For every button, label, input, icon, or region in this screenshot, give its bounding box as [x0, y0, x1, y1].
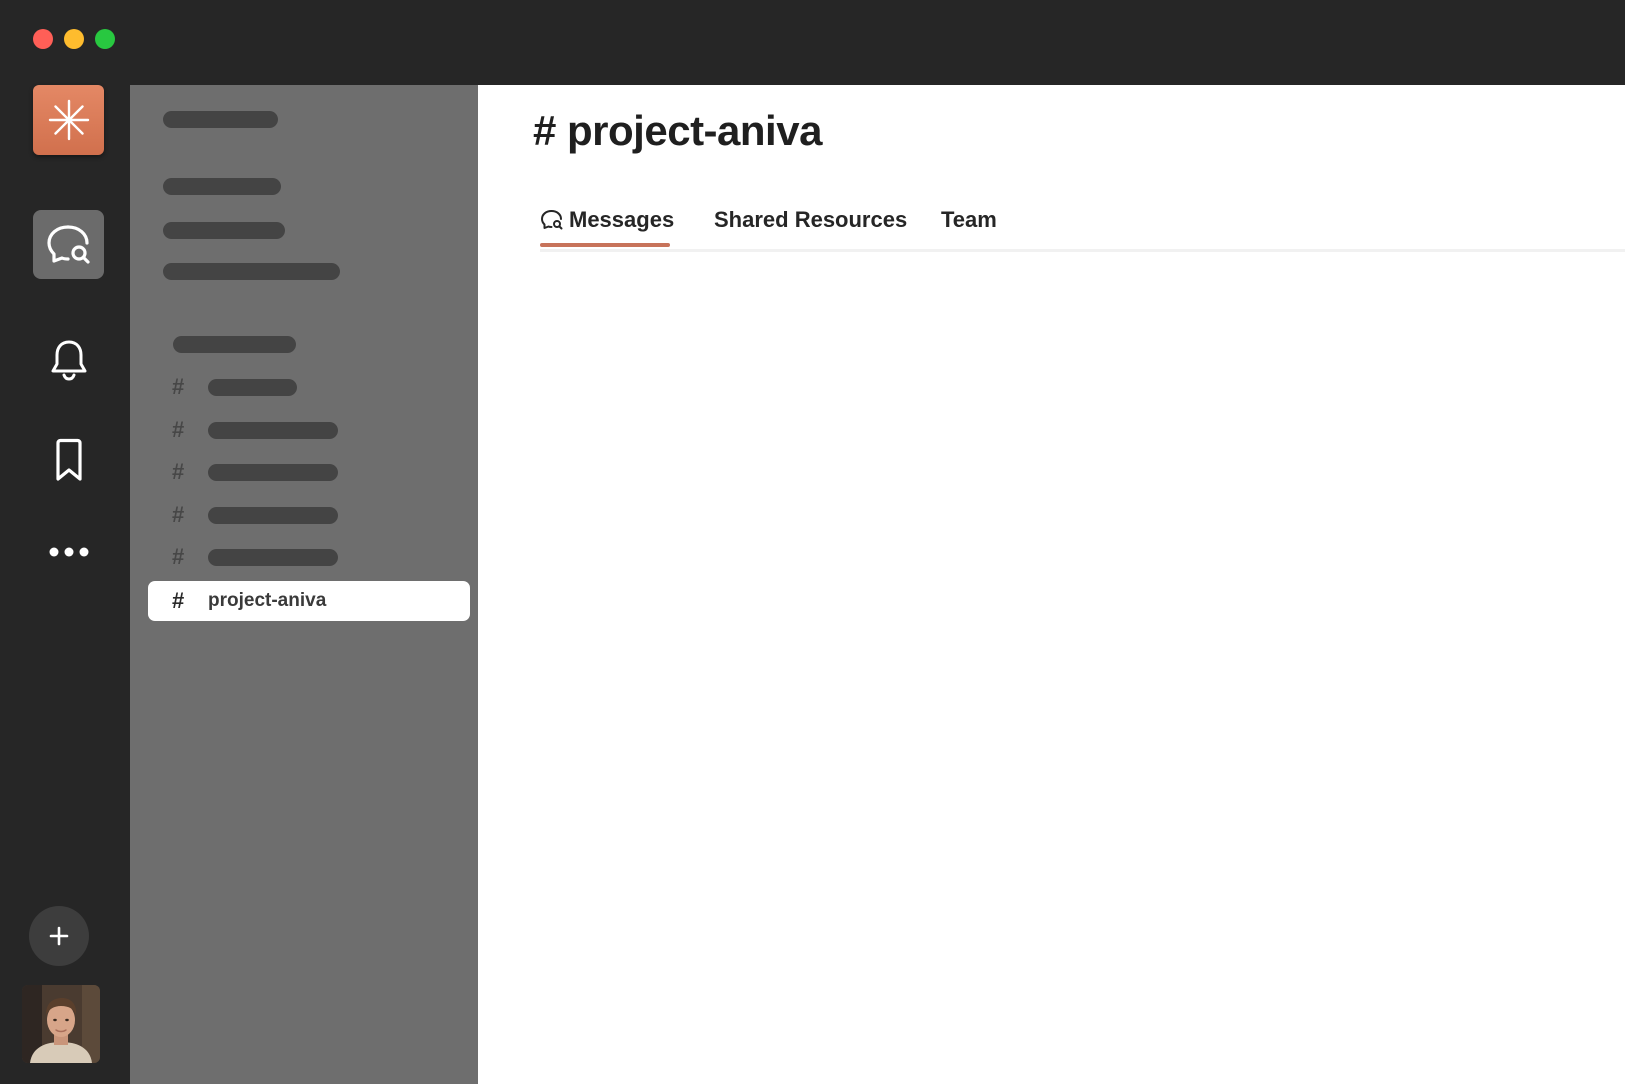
channel-item-project-aniva[interactable]: # project-aniva [148, 581, 470, 621]
channel-name-placeholder [208, 548, 338, 566]
minimize-window-button[interactable] [64, 29, 84, 49]
rail-notifications-button[interactable] [33, 325, 104, 394]
tabs-divider [540, 249, 1625, 252]
user-avatar[interactable] [22, 985, 100, 1063]
tab-shared-resources[interactable]: Shared Resources [714, 193, 907, 247]
channel-sidebar: # # # # # # project-aniva [130, 85, 478, 1084]
chat-search-icon [46, 224, 90, 264]
nav-item-placeholder[interactable] [163, 178, 281, 195]
add-workspace-button[interactable] [29, 906, 89, 966]
more-dots-icon [49, 547, 88, 556]
user-avatar-image [22, 985, 100, 1063]
channel-hash-icon: # [172, 417, 185, 442]
tab-team[interactable]: Team [941, 193, 997, 247]
channel-name-placeholder [208, 506, 338, 524]
channel-item[interactable]: # [148, 410, 470, 450]
channel-name-placeholder [208, 463, 338, 481]
nav-item-placeholder[interactable] [163, 263, 340, 280]
rail-messages-button[interactable] [33, 210, 104, 279]
section-header-placeholder [173, 336, 296, 353]
chat-search-icon [541, 210, 563, 230]
nav-item-placeholder[interactable] [163, 222, 285, 239]
channel-item[interactable]: # [148, 452, 470, 492]
channel-item[interactable]: # [148, 537, 470, 577]
channel-hash-icon: # [172, 374, 185, 399]
channel-hash-icon: # [172, 459, 185, 484]
tab-messages[interactable]: Messages [540, 193, 674, 247]
main-panel: # project-aniva Messages Shared Resource… [478, 85, 1625, 1084]
tab-label: Shared Resources [714, 207, 908, 232]
channel-name-placeholder [208, 421, 338, 439]
plus-icon [49, 926, 69, 946]
rail-more-button[interactable] [33, 517, 104, 586]
page-title: # project-aniva [533, 107, 822, 154]
tab-label: Messages [569, 207, 675, 232]
channel-name-placeholder [208, 378, 297, 396]
maximize-window-button[interactable] [95, 29, 115, 49]
channel-item[interactable]: # [148, 367, 470, 407]
bookmark-icon [55, 438, 82, 481]
channel-hash-icon: # [172, 544, 185, 569]
channel-name: project-aniva [208, 590, 327, 611]
window-controls [33, 29, 115, 49]
asterisk-logo-icon [48, 99, 89, 141]
rail-bookmarks-button[interactable] [33, 425, 104, 494]
app-rail [0, 85, 130, 1084]
active-tab-indicator [540, 243, 670, 247]
tab-label: Team [941, 207, 997, 232]
channel-hash-icon: # [172, 502, 185, 527]
workspace-logo-button[interactable] [33, 85, 104, 155]
workspace-name-placeholder [163, 111, 278, 128]
app-window: # # # # # # project-aniva # project-aniv… [0, 0, 1625, 1084]
channel-hash-icon: # [172, 588, 185, 613]
channel-item[interactable]: # [148, 495, 470, 535]
bell-icon [51, 340, 86, 381]
close-window-button[interactable] [33, 29, 53, 49]
